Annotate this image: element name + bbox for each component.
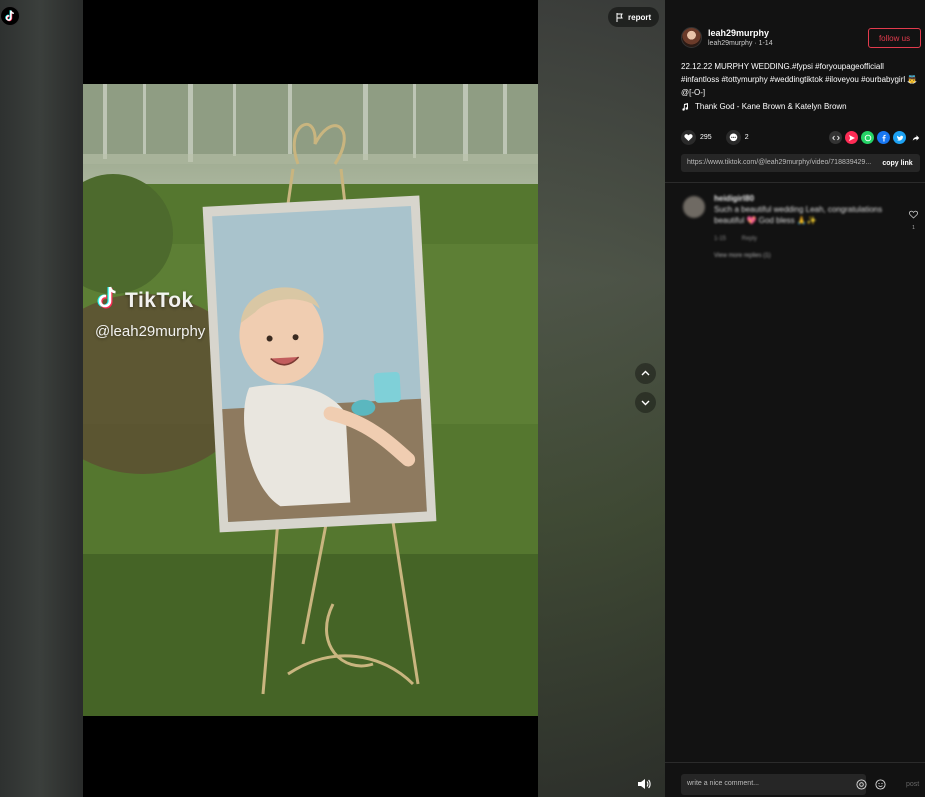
next-video-button[interactable] — [635, 392, 656, 413]
tiktok-watermark: TikTok @leah29murphy — [95, 284, 205, 340]
music-title: Thank God - Kane Brown & Katelyn Brown — [695, 102, 847, 111]
paper-plane-icon — [848, 134, 855, 141]
facebook-share-button[interactable] — [877, 131, 890, 144]
comment-input[interactable]: write a nice comment... — [681, 774, 866, 795]
heart-outline-icon — [909, 210, 918, 219]
post-button[interactable]: post — [906, 781, 919, 788]
comment-like-button[interactable]: 1 — [909, 206, 918, 231]
twitter-icon — [896, 135, 903, 141]
chevron-down-icon — [641, 400, 650, 406]
share-more-button[interactable] — [909, 131, 922, 144]
video-stage: report TikTok @leah29murphy — [0, 0, 665, 797]
comment-count: 2 — [744, 134, 749, 141]
view-replies-link[interactable]: View more replies (1) — [714, 253, 899, 259]
video-caption: 22.12.22 MURPHY WEDDING.#fypsi #foryoupa… — [681, 62, 918, 97]
volume-icon[interactable] — [637, 777, 651, 791]
author-name[interactable]: leah29murphy — [708, 28, 773, 38]
comment-composer: write a nice comment... post — [665, 762, 925, 797]
author-avatar[interactable] — [681, 27, 702, 48]
video-player[interactable]: TikTok @leah29murphy — [83, 0, 538, 797]
comment-meta[interactable]: 1-15 Reply — [714, 236, 899, 242]
tiktok-watermark-icon — [95, 284, 121, 317]
watermark-handle: @leah29murphy — [95, 323, 206, 340]
comment-icon — [729, 133, 737, 142]
embed-button[interactable] — [829, 131, 842, 144]
engagement-stats: 295 2 — [681, 130, 759, 145]
emoji-icon[interactable] — [875, 779, 886, 790]
share-arrow-icon — [912, 134, 919, 141]
details-panel: leah29murphy leah29murphy · 1-14 follow … — [665, 0, 925, 797]
section-divider — [665, 182, 925, 183]
mention-icon[interactable] — [856, 779, 867, 790]
copy-link-row: https://www.tiktok.com/@leah29murphy/vid… — [681, 154, 920, 172]
commenter-name[interactable]: heidigirl80 — [714, 194, 899, 203]
whatsapp-share-button[interactable] — [861, 131, 874, 144]
commenter-avatar[interactable] — [683, 196, 705, 218]
music-track[interactable]: Thank God - Kane Brown & Katelyn Brown — [681, 102, 847, 111]
twitter-share-button[interactable] — [893, 131, 906, 144]
video-frame — [83, 84, 538, 716]
like-button[interactable] — [681, 130, 696, 145]
like-count: 295 — [700, 134, 712, 141]
share-buttons — [829, 131, 922, 144]
report-label: report — [628, 12, 652, 22]
tiktok-logo-icon[interactable] — [0, 6, 20, 26]
watermark-brand: TikTok — [125, 288, 194, 312]
chevron-up-icon — [641, 370, 650, 376]
copy-link-button[interactable]: copy link — [875, 154, 920, 172]
video-link-url[interactable]: https://www.tiktok.com/@leah29murphy/vid… — [681, 154, 875, 172]
author-subtitle: leah29murphy · 1-14 — [708, 40, 773, 47]
send-to-friends-button[interactable] — [845, 131, 858, 144]
comment-button[interactable] — [725, 130, 741, 145]
video-frame-art — [83, 84, 538, 716]
follow-button[interactable]: follow us — [868, 28, 921, 48]
comment-like-count: 1 — [912, 225, 915, 231]
comment-text: Such a beautiful wedding Leah, congratul… — [714, 205, 883, 225]
heart-icon — [684, 134, 693, 141]
author-block[interactable]: leah29murphy leah29murphy · 1-14 — [681, 27, 773, 48]
code-icon — [831, 135, 840, 140]
music-note-icon — [682, 102, 688, 111]
facebook-icon — [881, 134, 886, 141]
previous-video-button[interactable] — [635, 363, 656, 384]
flag-icon — [616, 12, 623, 22]
report-button[interactable]: report — [608, 7, 660, 27]
whatsapp-icon — [864, 134, 871, 141]
